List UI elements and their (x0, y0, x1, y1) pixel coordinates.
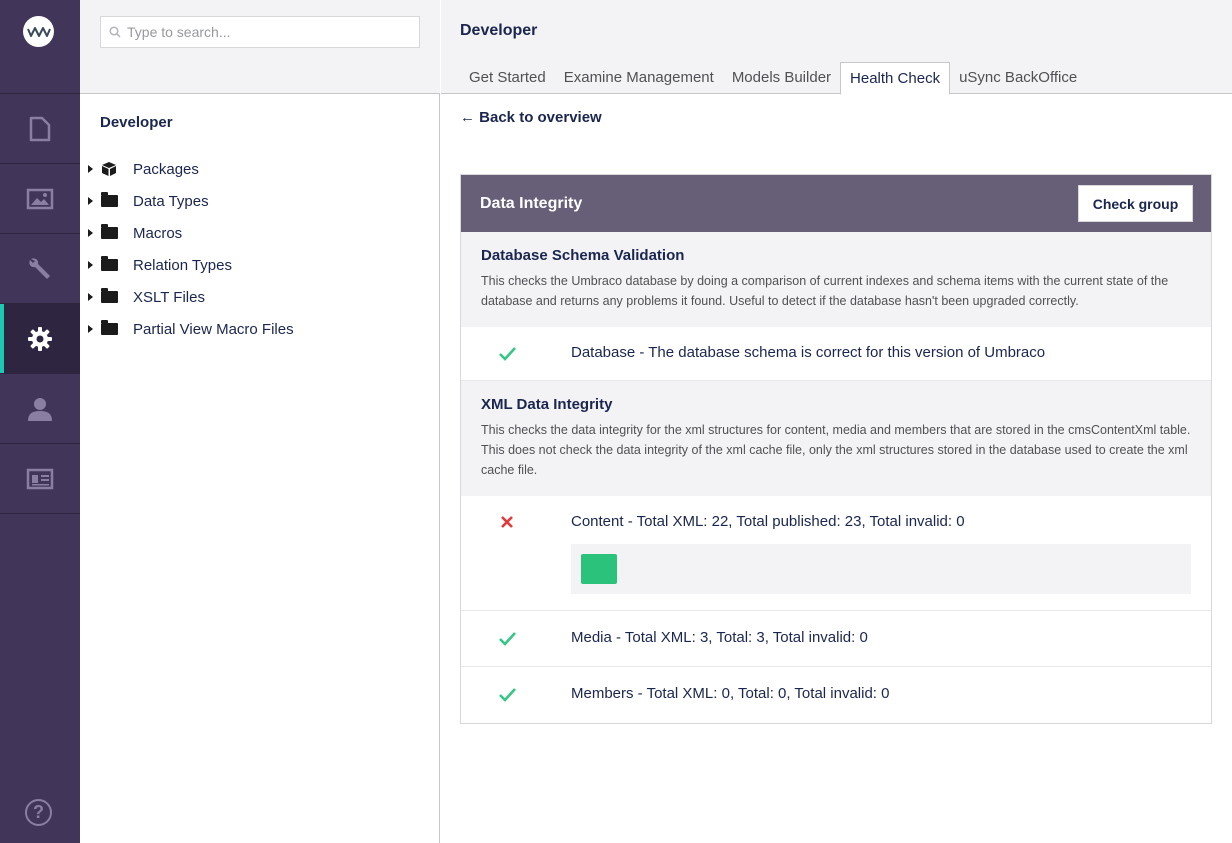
check-result-row: Media - Total XML: 3, Total: 3, Total in… (461, 611, 1211, 667)
folder-icon (101, 320, 119, 336)
package-icon (101, 162, 119, 176)
group-title: Data Integrity (480, 194, 583, 212)
tree-item-xslt-files[interactable]: XSLT Files (80, 281, 440, 313)
tab-bar: Get Started Examine Management Models Bu… (460, 62, 1086, 95)
id-card-icon (26, 468, 54, 490)
result-message: Database - The database schema is correc… (571, 344, 1046, 361)
help-icon: ? (33, 802, 44, 822)
check-info: Database Schema Validation This checks t… (461, 232, 1211, 327)
tree-item-label: Packages (133, 160, 199, 178)
section-media[interactable] (0, 164, 80, 234)
group-header: Data Integrity Check group (461, 175, 1211, 232)
wrench-icon (29, 258, 50, 279)
tree-item-label: Macros (133, 224, 183, 242)
section-users[interactable] (0, 374, 80, 444)
tree-panel: Developer Packages Data Types Macros (80, 0, 440, 843)
section-settings[interactable] (0, 234, 80, 304)
tree-item-label: Data Types (133, 192, 209, 210)
help-button[interactable]: ? (25, 799, 52, 826)
result-actions (571, 544, 1191, 594)
result-message: Content - Total XML: 22, Total published… (571, 513, 965, 530)
search-box[interactable] (100, 16, 420, 48)
tab-get-started[interactable]: Get Started (460, 62, 555, 94)
section-developer[interactable] (0, 304, 80, 374)
gear-icon (28, 327, 52, 351)
expand-caret-icon[interactable] (88, 229, 93, 237)
tab-health-check[interactable]: Health Check (840, 62, 951, 95)
success-check-icon (499, 632, 516, 646)
search-icon (109, 26, 121, 38)
logo-mark-icon (26, 26, 51, 37)
tree-item-label: Relation Types (133, 256, 232, 274)
tree-title: Developer (100, 114, 173, 131)
tree-item-label: XSLT Files (133, 288, 205, 306)
error-x-icon (501, 516, 513, 528)
expand-caret-icon[interactable] (88, 293, 93, 301)
folder-icon (101, 192, 119, 208)
tree-item-label: Partial View Macro Files (133, 320, 294, 338)
tree-item-data-types[interactable]: Data Types (80, 185, 440, 217)
search-input[interactable] (127, 24, 407, 40)
result-message: Media - Total XML: 3, Total: 3, Total in… (571, 629, 868, 646)
app-sidebar: ? (0, 0, 80, 843)
check-result-row: Database - The database schema is correc… (461, 327, 1211, 381)
expand-caret-icon[interactable] (88, 261, 93, 269)
tree-item-relation-types[interactable]: Relation Types (80, 249, 440, 281)
document-icon (29, 116, 51, 142)
check-name: XML Data Integrity (481, 396, 613, 413)
success-check-icon (499, 347, 516, 361)
section-content[interactable] (0, 94, 80, 164)
expand-caret-icon[interactable] (88, 325, 93, 333)
user-icon (28, 398, 52, 421)
expand-caret-icon[interactable] (88, 197, 93, 205)
check-description: This checks the data integrity for the x… (481, 423, 1191, 477)
tree-item-packages[interactable]: Packages (80, 153, 440, 185)
check-name: Database Schema Validation (481, 247, 685, 264)
tab-usync-backoffice[interactable]: uSync BackOffice (950, 62, 1086, 94)
result-message: Members - Total XML: 0, Total: 0, Total … (571, 685, 890, 702)
fix-action-button[interactable] (581, 554, 617, 584)
expand-caret-icon[interactable] (88, 165, 93, 173)
check-description: This checks the Umbraco database by doin… (481, 274, 1169, 308)
folder-icon (101, 288, 119, 304)
tab-models-builder[interactable]: Models Builder (723, 62, 840, 94)
tree-item-partial-view-macro-files[interactable]: Partial View Macro Files (80, 313, 440, 345)
main-panel: Developer Get Started Examine Management… (441, 0, 1232, 843)
main-header: Developer Get Started Examine Management… (441, 0, 1232, 95)
check-group-button[interactable]: Check group (1078, 185, 1193, 222)
check-result-row: Members - Total XML: 0, Total: 0, Total … (461, 667, 1211, 723)
success-check-icon (499, 688, 516, 702)
tree-header (80, 0, 440, 94)
folder-icon (101, 224, 119, 240)
section-members[interactable] (0, 444, 80, 514)
back-to-overview-link[interactable]: ← Back to overview (460, 109, 602, 126)
umbraco-logo[interactable] (23, 16, 54, 47)
check-info: XML Data Integrity This checks the data … (461, 381, 1211, 496)
folder-icon (101, 256, 119, 272)
rail-divider (0, 513, 80, 514)
page-title: Developer (460, 22, 538, 39)
tree-list: Packages Data Types Macros Relation Type… (80, 153, 440, 345)
check-result-row: Content - Total XML: 22, Total published… (461, 496, 1211, 611)
image-icon (26, 188, 54, 210)
tab-examine-management[interactable]: Examine Management (555, 62, 723, 94)
health-check-group: Data Integrity Check group Database Sche… (460, 174, 1212, 724)
tree-item-macros[interactable]: Macros (80, 217, 440, 249)
